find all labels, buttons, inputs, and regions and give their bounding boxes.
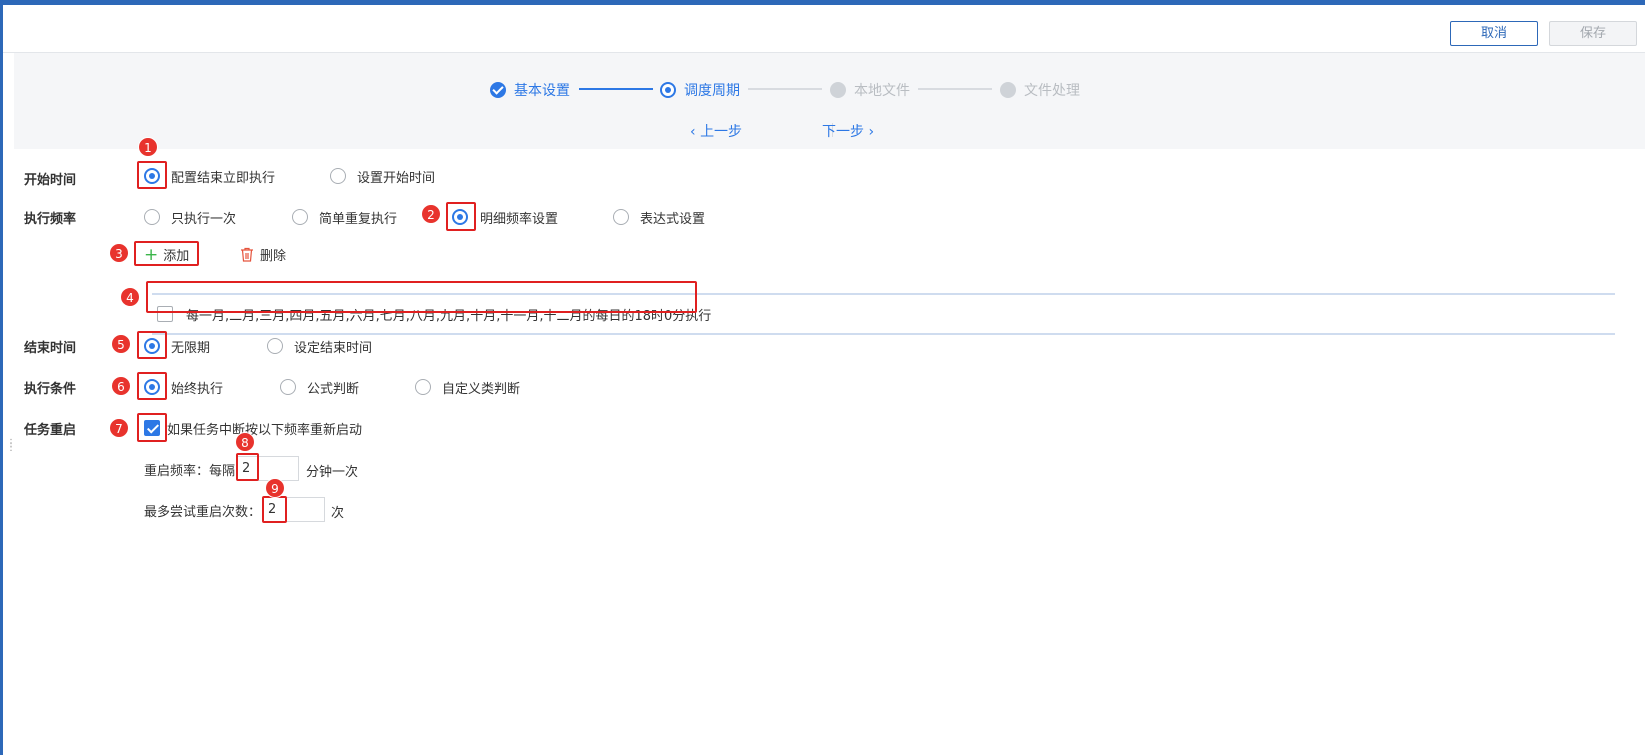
trash-icon bbox=[241, 247, 253, 262]
annotation-box-6 bbox=[137, 372, 167, 400]
detailed-frequency-label[interactable]: 明细频率设置 bbox=[480, 208, 558, 227]
formula-judge-radio[interactable] bbox=[280, 379, 296, 395]
restart-checkbox-label[interactable]: 如果任务中断按以下频率重新启动 bbox=[167, 419, 362, 438]
step-schedule-cycle[interactable]: 调度周期 bbox=[660, 80, 740, 100]
formula-judge-label[interactable]: 公式判断 bbox=[307, 378, 359, 397]
no-end-label[interactable]: 无限期 bbox=[171, 337, 210, 356]
prev-step-link[interactable]: ‹ 上一步 bbox=[690, 121, 742, 141]
set-start-time-label[interactable]: 设置开始时间 bbox=[357, 167, 435, 186]
check-circle-icon bbox=[490, 82, 506, 98]
annotation-badge-6: 6 bbox=[111, 376, 131, 396]
restart-label: 任务重启 bbox=[24, 423, 77, 438]
annotation-badge-8: 8 bbox=[235, 432, 255, 452]
header-bar: 取消 保存 bbox=[3, 5, 1645, 53]
annotation-badge-1: 1 bbox=[138, 137, 158, 157]
wizard-steps-panel: 基本设置 调度周期 本地文件 文件处理 ‹ 上一步 下一步 › bbox=[14, 53, 1645, 149]
max-retries-label: 最多尝试重启次数： bbox=[144, 505, 262, 520]
set-end-time-radio[interactable] bbox=[267, 338, 283, 354]
save-button[interactable]: 保存 bbox=[1549, 21, 1637, 46]
annotation-badge-5: 5 bbox=[111, 334, 131, 354]
next-step-link[interactable]: 下一步 › bbox=[822, 121, 874, 141]
run-once-radio[interactable] bbox=[144, 209, 160, 225]
set-start-time-radio[interactable] bbox=[330, 168, 346, 184]
annotation-badge-3: 3 bbox=[109, 243, 129, 263]
annotation-box-1 bbox=[137, 161, 167, 189]
delete-button[interactable]: 删除 bbox=[240, 245, 286, 264]
annotation-box-7 bbox=[137, 413, 167, 442]
pending-step-icon bbox=[1000, 82, 1016, 98]
step-label: 文件处理 bbox=[1024, 83, 1080, 99]
annotation-badge-4: 4 bbox=[120, 287, 140, 307]
step-file-processing[interactable]: 文件处理 bbox=[1000, 80, 1080, 100]
pending-step-icon bbox=[830, 82, 846, 98]
annotation-box-5 bbox=[137, 331, 167, 359]
max-retries-unit: 次 bbox=[331, 506, 345, 521]
annotation-badge-9: 9 bbox=[265, 478, 285, 498]
step-connector bbox=[918, 88, 992, 90]
chevron-right-icon: › bbox=[868, 124, 875, 140]
restart-interval-label: 重启频率：每隔 bbox=[144, 464, 236, 479]
run-once-label[interactable]: 只执行一次 bbox=[171, 208, 236, 227]
step-connector bbox=[748, 88, 822, 90]
set-end-time-label[interactable]: 设定结束时间 bbox=[294, 337, 372, 356]
expression-label[interactable]: 表达式设置 bbox=[640, 208, 705, 227]
condition-label: 执行条件 bbox=[24, 382, 77, 397]
annotation-box-3 bbox=[134, 241, 199, 266]
current-step-icon bbox=[660, 82, 676, 98]
drag-handle-icon[interactable]: ⋮ ⋮ bbox=[6, 439, 16, 458]
expression-radio[interactable] bbox=[613, 209, 629, 225]
step-label: 本地文件 bbox=[854, 83, 910, 99]
step-basic-settings[interactable]: 基本设置 bbox=[490, 80, 570, 100]
delete-label: 删除 bbox=[260, 249, 287, 264]
annotation-badge-7: 7 bbox=[109, 418, 129, 438]
start-immediately-label[interactable]: 配置结束立即执行 bbox=[171, 167, 275, 186]
next-step-label: 下一步 bbox=[822, 124, 864, 140]
custom-class-judge-label[interactable]: 自定义类判断 bbox=[442, 378, 520, 397]
custom-class-judge-radio[interactable] bbox=[415, 379, 431, 395]
start-time-label: 开始时间 bbox=[24, 173, 77, 188]
annotation-box-4 bbox=[146, 281, 697, 313]
annotation-box-8 bbox=[236, 453, 259, 481]
always-run-label[interactable]: 始终执行 bbox=[171, 378, 223, 397]
end-time-label: 结束时间 bbox=[24, 341, 77, 356]
cancel-button[interactable]: 取消 bbox=[1450, 21, 1538, 46]
annotation-badge-2: 2 bbox=[421, 204, 441, 224]
annotation-box-2 bbox=[446, 202, 476, 231]
simple-repeat-label[interactable]: 简单重复执行 bbox=[319, 208, 397, 227]
step-label: 调度周期 bbox=[684, 83, 740, 99]
step-connector bbox=[579, 88, 653, 90]
prev-step-label: 上一步 bbox=[700, 124, 743, 140]
step-local-file[interactable]: 本地文件 bbox=[830, 80, 910, 100]
frequency-label: 执行频率 bbox=[24, 212, 77, 227]
left-accent-line bbox=[0, 0, 3, 755]
simple-repeat-radio[interactable] bbox=[292, 209, 308, 225]
step-label: 基本设置 bbox=[514, 83, 570, 99]
annotation-box-9 bbox=[262, 496, 287, 523]
chevron-left-icon: ‹ bbox=[690, 124, 696, 140]
restart-interval-unit: 分钟一次 bbox=[306, 465, 359, 480]
